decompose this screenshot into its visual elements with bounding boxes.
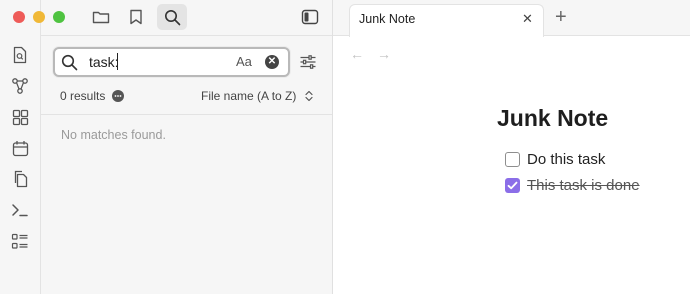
ribbon-canvas[interactable] — [5, 104, 35, 130]
tab-label: Junk Note — [359, 12, 416, 26]
nav-forward-button[interactable]: → — [377, 46, 391, 62]
checkmark-icon — [507, 181, 518, 190]
search-icon — [61, 54, 78, 71]
sidebar-toggle-icon — [301, 9, 319, 25]
note-title[interactable]: Junk Note — [497, 105, 608, 132]
ribbon-command-palette[interactable] — [5, 197, 35, 223]
bases-icon — [11, 233, 28, 249]
chevron-up-down-icon — [305, 90, 313, 102]
panel-divider[interactable] — [332, 0, 333, 294]
text-caret — [117, 53, 118, 70]
command-palette-icon — [12, 204, 28, 217]
search-settings-button[interactable] — [293, 49, 323, 75]
ribbon-graph-view[interactable] — [5, 73, 35, 99]
bookmark-icon — [130, 9, 142, 25]
search-tab-button[interactable] — [157, 4, 187, 30]
quick-switcher-icon — [13, 46, 27, 64]
ribbon-bases[interactable] — [5, 228, 35, 254]
sort-label: File name (A to Z) — [201, 89, 297, 103]
task-checkbox-checked[interactable] — [505, 178, 520, 193]
divider — [41, 114, 332, 115]
new-tab-button[interactable]: + — [555, 6, 567, 29]
search-input[interactable] — [89, 53, 229, 71]
match-case-toggle[interactable]: Aa — [236, 54, 252, 69]
window-maximize-button[interactable] — [53, 11, 65, 23]
clear-search-button[interactable]: ✕ — [265, 55, 279, 69]
daily-note-icon — [12, 140, 28, 156]
tab-close-button[interactable]: ✕ — [522, 11, 533, 27]
task-checkbox-unchecked[interactable] — [505, 152, 520, 167]
ribbon-daily-note[interactable] — [5, 135, 35, 161]
sliders-icon — [300, 55, 316, 69]
search-icon — [164, 9, 180, 25]
results-count: 0 results — [60, 89, 106, 103]
graph-view-icon — [12, 78, 28, 94]
canvas-icon — [12, 109, 28, 125]
folder-icon — [92, 11, 110, 24]
window-minimize-button[interactable] — [33, 11, 45, 23]
file-explorer-button[interactable] — [86, 4, 116, 30]
empty-results-message: No matches found. — [61, 128, 166, 142]
ribbon-templates[interactable] — [5, 166, 35, 192]
more-options-icon[interactable] — [112, 90, 124, 102]
window-close-button[interactable] — [13, 11, 25, 23]
sort-dropdown[interactable]: File name (A to Z) — [201, 89, 296, 103]
ribbon-quick-switcher[interactable] — [5, 42, 35, 68]
sidebar-toggle-button[interactable] — [295, 4, 325, 30]
task-item-text[interactable]: Do this task — [527, 151, 605, 168]
task-item-text-done[interactable]: This task is done — [527, 177, 640, 194]
bookmarks-button[interactable] — [121, 4, 151, 30]
nav-back-button[interactable]: ← — [350, 46, 364, 62]
templates-icon — [14, 170, 27, 188]
